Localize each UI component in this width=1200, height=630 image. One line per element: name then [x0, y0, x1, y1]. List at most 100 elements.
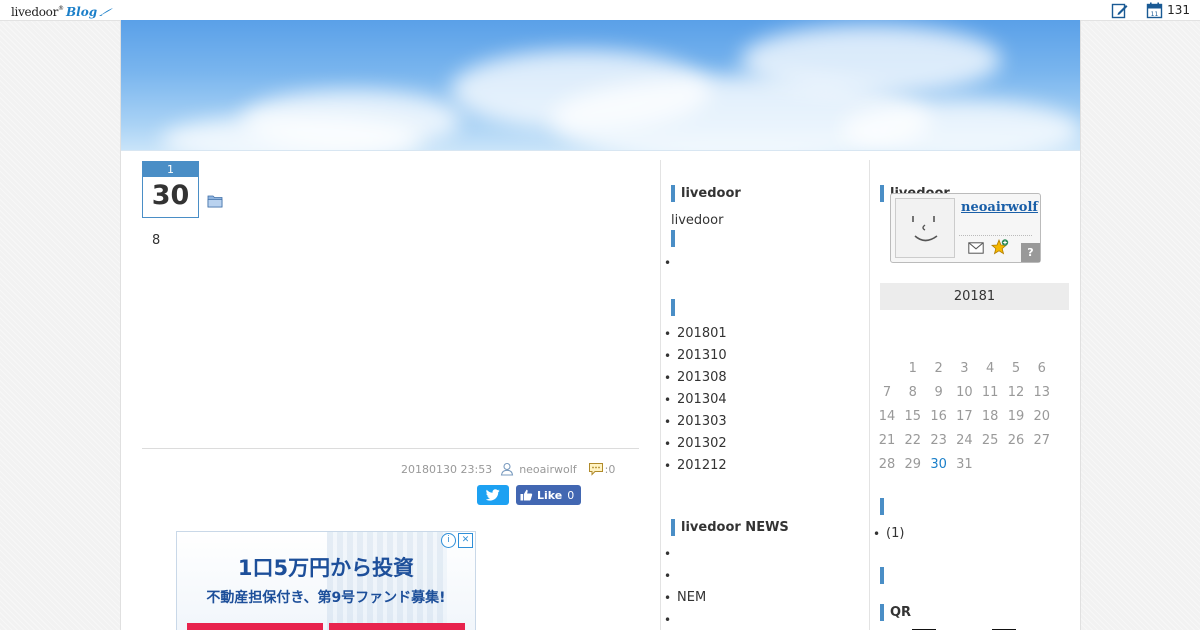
- sidebar-recent-list: [661, 252, 677, 274]
- sidebar-heading-livedoor: livedoor: [671, 185, 741, 202]
- default-face-icon: [896, 199, 954, 257]
- calendar-day: 31: [956, 457, 973, 472]
- logo-livedoor-text: livedoor: [11, 5, 59, 19]
- calendar-day: 27: [1033, 433, 1051, 448]
- post-timestamp[interactable]: 20180130 23:53: [401, 463, 492, 476]
- svg-text:11: 11: [1150, 11, 1158, 18]
- ad-close-icon[interactable]: ✕: [458, 533, 473, 548]
- profile-name-link[interactable]: neoairwolf: [961, 200, 1038, 215]
- article-date-box: 1 30: [142, 161, 199, 218]
- article-body: 8: [152, 233, 161, 248]
- calendar-day: 17: [956, 409, 973, 424]
- archive-item[interactable]: 201302: [661, 433, 727, 455]
- article-meta: 20180130 23:53 neoairwolf :0: [401, 462, 623, 476]
- calendar-day: 23: [930, 433, 947, 448]
- calendar-day: 29: [904, 457, 922, 472]
- calendar-day: 22: [904, 433, 922, 448]
- ad-badges: i ✕: [439, 533, 473, 548]
- sidebar-heading-livedoor-news: livedoor NEWS: [671, 519, 789, 536]
- sidebar-heading-blank-2: [671, 299, 681, 316]
- news-item[interactable]: [661, 543, 706, 565]
- calendar-day: 15: [904, 409, 922, 424]
- ad-button-right[interactable]: [329, 623, 465, 630]
- calendar-day: 8: [908, 385, 917, 400]
- calendar-day: 14: [878, 409, 896, 424]
- list-item[interactable]: [661, 252, 677, 274]
- calendar-title: 20181: [880, 283, 1069, 310]
- cloud-shape: [841, 100, 1080, 150]
- archive-item[interactable]: 201801: [661, 323, 727, 345]
- calendar-day[interactable]: 30: [926, 455, 952, 475]
- calendar-day: 13: [1033, 385, 1051, 400]
- add-favorite-star-icon[interactable]: [991, 239, 1009, 256]
- sidebar-heading-blank-1: [671, 230, 681, 247]
- profile-divider: [959, 235, 1032, 236]
- ad-headline: 1口5万円から投資: [237, 556, 415, 580]
- comment-icon[interactable]: [588, 462, 604, 476]
- calendar-day: 24: [956, 433, 973, 448]
- blog-container: 1 30 8 20180130 23:53 neoairwolf :0 Like…: [120, 20, 1081, 630]
- facebook-like-count: 0: [567, 488, 575, 502]
- sidebar-heading-blank-4: [880, 567, 890, 584]
- facebook-like-button[interactable]: Like 0: [516, 485, 581, 505]
- calendar-day: 20: [1033, 409, 1051, 424]
- archive-item[interactable]: 201212: [661, 455, 727, 477]
- header-sky-banner[interactable]: [121, 20, 1080, 151]
- sidebar-heading-blank-3: [880, 498, 890, 515]
- sidebar-heading-qr: QR: [880, 604, 911, 621]
- calendar-day: 21: [878, 433, 896, 448]
- calendar-day: 12: [1007, 385, 1025, 400]
- category-item[interactable]: (1): [870, 523, 904, 545]
- thumbs-up-icon: [520, 489, 533, 501]
- sidebar-right: livedoor neoairwolf: [869, 160, 1081, 630]
- news-item[interactable]: NEM: [661, 587, 706, 609]
- mail-icon[interactable]: [968, 242, 984, 254]
- archive-item[interactable]: 201308: [661, 367, 727, 389]
- news-item[interactable]: [661, 609, 706, 630]
- calendar-day: 25: [981, 433, 999, 448]
- logo-blog-text: Blog: [66, 5, 98, 19]
- calendar-day: 5: [1011, 361, 1021, 376]
- calendar-day: 3: [960, 361, 969, 376]
- logo-registered-mark: ®: [58, 5, 65, 12]
- folder-icon[interactable]: [207, 194, 223, 208]
- article-month: 1: [143, 162, 198, 177]
- ad-info-icon[interactable]: i: [441, 533, 456, 548]
- calendar-day: 16: [930, 409, 947, 424]
- top-right-tools: 11 131: [1110, 1, 1190, 19]
- top-bar: livedoor ® Blog 11 131: [0, 0, 1200, 21]
- news-item[interactable]: [661, 565, 706, 587]
- sidebar-livedoor-text[interactable]: livedoor: [671, 213, 723, 228]
- calendar-day: 18: [981, 409, 999, 424]
- calendar-day: 7: [882, 385, 892, 400]
- avatar[interactable]: [895, 198, 955, 258]
- calendar-day: 19: [1007, 409, 1025, 424]
- notification-count: 131: [1167, 3, 1190, 17]
- author-link[interactable]: neoairwolf: [519, 463, 576, 476]
- ad-button-left[interactable]: [187, 623, 323, 630]
- comment-count[interactable]: :0: [605, 463, 616, 476]
- archive-item[interactable]: 201303: [661, 411, 727, 433]
- archive-item[interactable]: 201310: [661, 345, 727, 367]
- livedoor-blog-logo[interactable]: livedoor ® Blog: [11, 1, 114, 19]
- write-article-icon[interactable]: [1110, 1, 1128, 19]
- category-list: (1): [870, 523, 904, 545]
- help-icon[interactable]: ?: [1021, 243, 1040, 262]
- twitter-share-button[interactable]: [477, 485, 509, 505]
- news-list: NEM: [661, 543, 706, 630]
- calendar-icon[interactable]: 11: [1145, 1, 1163, 19]
- logo-wing-icon: [99, 8, 114, 16]
- calendar-day: 28: [878, 457, 896, 472]
- facebook-like-label: Like: [537, 488, 563, 502]
- profile-card: neoairwolf ?: [890, 193, 1041, 263]
- cloud-shape: [741, 25, 1001, 95]
- article-divider: [142, 448, 639, 449]
- archive-item[interactable]: 201304: [661, 389, 727, 411]
- calendar-day: 4: [986, 361, 995, 376]
- twitter-bird-icon: [486, 489, 500, 501]
- calendar-day: 26: [1007, 433, 1025, 448]
- calendar-day: 1: [908, 361, 917, 376]
- archive-list: 201801 201310 201308 201304 201303 20130…: [661, 323, 727, 477]
- advertisement-banner[interactable]: i ✕ 1口5万円から投資 不動産担保付き、第9号ファンド募集!: [176, 531, 476, 630]
- calendar-day: 11: [981, 385, 999, 400]
